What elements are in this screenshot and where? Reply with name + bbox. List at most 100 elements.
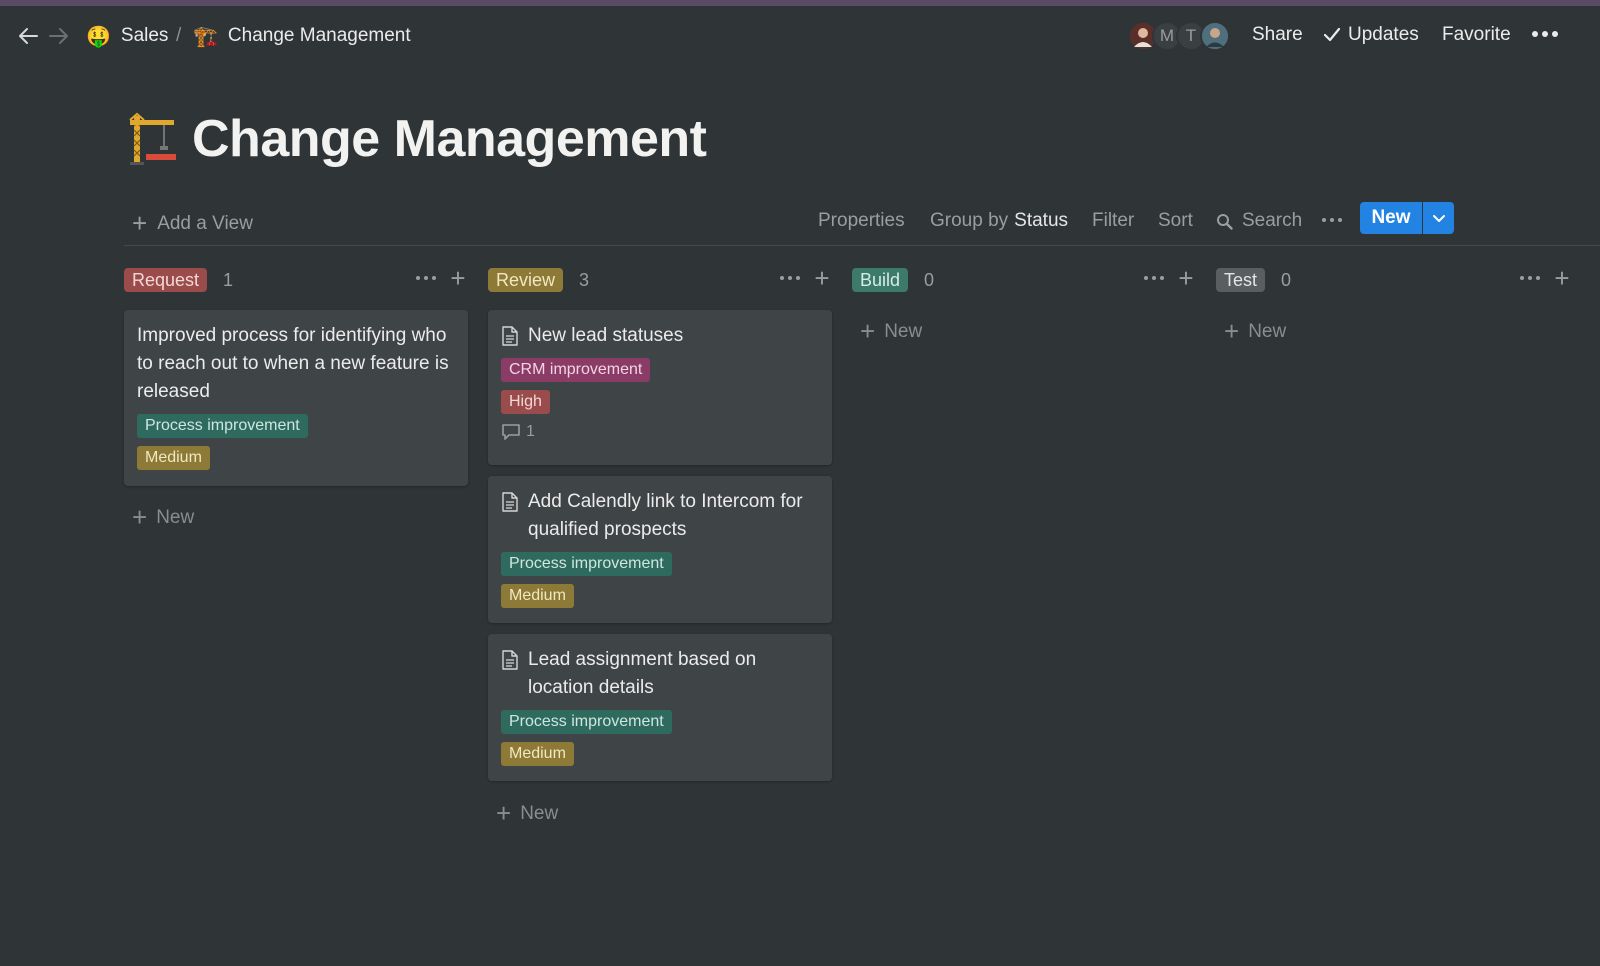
plus-icon: + [132,208,148,238]
forward-arrow-icon[interactable] [48,26,70,46]
category-tag: Process improvement [137,414,308,438]
column-more-icon[interactable] [416,268,436,288]
breadcrumb-workspace-label: Sales [120,25,169,46]
board-card[interactable]: New lead statuses CRM improvement High 1 [488,310,832,465]
add-card-label: New [1248,320,1287,342]
column-count: 1 [223,269,234,290]
plus-icon: + [860,316,876,346]
breadcrumb-separator: / [176,25,182,46]
column-actions: + [780,265,832,291]
card-title-text: Add Calendly link to Intercom for qualif… [528,491,803,540]
column-more-icon[interactable] [1144,268,1164,288]
column-add-icon[interactable]: + [1552,265,1572,291]
document-icon [502,326,518,346]
priority-tag: Medium [501,584,574,608]
avatar[interactable] [1200,21,1230,51]
sort-button[interactable]: Sort [1158,210,1193,232]
checkmark-icon [1323,27,1341,42]
new-button[interactable]: New [1360,202,1422,234]
filter-button[interactable]: Filter [1092,210,1134,232]
column-more-icon[interactable] [780,268,800,288]
add-view-label: Add a View [157,212,253,234]
column-header: Request 1 + [124,265,468,294]
column-more-icon[interactable] [1520,268,1540,288]
chevron-down-icon [1432,215,1445,222]
search-button[interactable]: Search [1216,210,1302,232]
card-title-text: New lead statuses [528,325,684,346]
column-count: 0 [924,269,935,290]
add-card-button[interactable]: + New [860,316,922,347]
priority-tag: Medium [501,742,574,766]
add-card-label: New [884,320,923,342]
board-card[interactable]: Add Calendly link to Intercom for qualif… [488,476,832,623]
plus-icon: + [1224,316,1240,346]
column-add-icon[interactable]: + [448,265,468,291]
category-tag: Process improvement [501,552,672,576]
group-by-label: Group by [930,210,1009,231]
breadcrumb-page[interactable]: 🏗️ Change Management [193,20,411,52]
share-button[interactable]: Share [1252,24,1303,46]
board-card[interactable]: Lead assignment based on location detail… [488,634,832,781]
board-column-test: Test 0 + + New [1216,265,1584,346]
add-card-label: New [520,802,559,824]
column-count: 3 [579,269,590,290]
priority-tag: High [501,390,550,414]
status-badge[interactable]: Review [488,268,564,292]
add-card-label: New [156,506,195,528]
properties-label: Properties [818,210,905,231]
plus-icon: + [132,502,148,532]
card-title: Add Calendly link to Intercom for qualif… [501,488,819,544]
priority-tag: Medium [137,446,210,470]
document-icon [502,650,518,670]
plus-icon: + [496,798,512,828]
search-icon [1217,213,1233,230]
column-count: 0 [1281,269,1292,290]
back-arrow-icon[interactable] [17,26,39,46]
add-card-button[interactable]: + New [496,798,558,829]
properties-button[interactable]: Properties [818,210,905,232]
card-title-text: Lead assignment based on location detail… [528,649,757,698]
card-title-text: Improved process for identifying who to … [137,325,449,402]
board-column-review: Review 3 + New lead statuses CRM improve… [488,265,832,828]
comment-icon [502,424,520,440]
add-card-button[interactable]: + New [1224,316,1286,347]
add-card-button[interactable]: + New [132,502,194,533]
category-tag: CRM improvement [501,358,651,382]
status-badge[interactable]: Request [124,268,208,292]
page-title: Change Management [192,110,707,168]
board-column-build: Build 0 + + New [852,265,1196,346]
card-title: Improved process for identifying who to … [137,322,455,406]
board-column-request: Request 1 + Improved process for identif… [124,265,468,532]
new-dropdown-button[interactable] [1423,202,1454,234]
breadcrumb-page-label: Change Management [227,25,411,46]
column-header: Build 0 + [852,265,1196,294]
page-header: Change Management [128,104,707,174]
view-toolbar: + Add a View Properties Group by Status … [124,202,1600,246]
construction-crane-icon [129,112,176,165]
updates-button[interactable]: Updates [1322,24,1419,46]
column-actions: + [416,265,468,291]
favorite-button[interactable]: Favorite [1442,24,1511,46]
card-title: Lead assignment based on location detail… [501,646,819,702]
status-badge[interactable]: Test [1216,268,1266,292]
view-more-options-icon[interactable] [1322,214,1342,226]
favorite-label: Favorite [1442,24,1511,45]
document-icon [502,492,518,512]
add-view-button[interactable]: + Add a View [132,208,253,239]
sort-label: Sort [1158,210,1193,231]
column-add-icon[interactable]: + [812,265,832,291]
comment-count-value: 1 [526,423,535,440]
filter-label: Filter [1092,210,1135,231]
board-card[interactable]: Improved process for identifying who to … [124,310,468,486]
collaborator-avatars[interactable]: M T [1128,21,1258,51]
comment-count: 1 [501,423,819,441]
breadcrumb-workspace[interactable]: 🤑 Sales [86,20,168,52]
top-bar: 🤑 Sales / 🏗️ Change Management M T Share… [0,6,1600,56]
search-label: Search [1242,210,1303,231]
group-by-button[interactable]: Group by Status [930,210,1068,232]
column-header: Test 0 + [1216,265,1572,294]
more-options-icon[interactable] [1532,23,1558,45]
status-badge[interactable]: Build [852,268,909,292]
column-add-icon[interactable]: + [1176,265,1196,291]
new-button-group: New [1360,202,1454,234]
